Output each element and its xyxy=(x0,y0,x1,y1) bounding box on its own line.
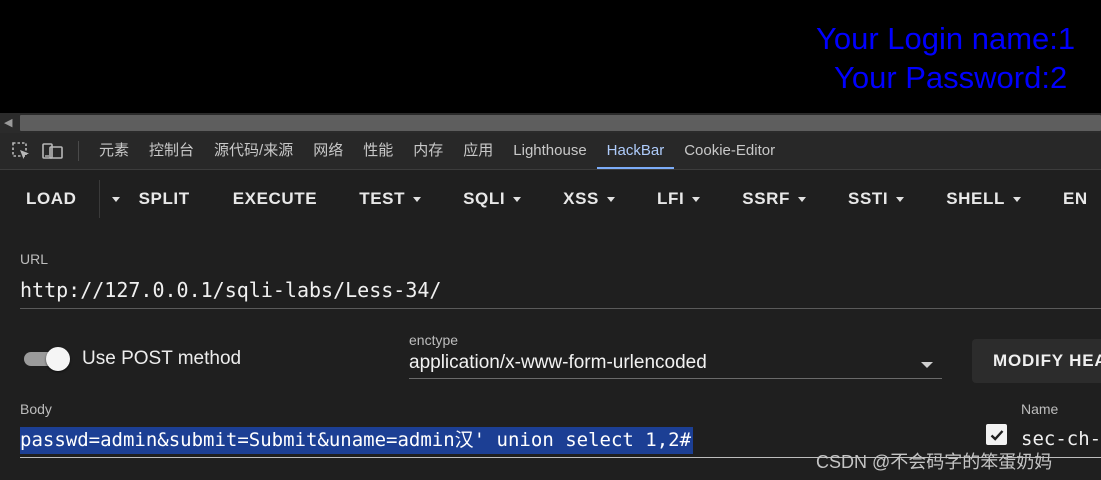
page-viewport: Your Login name:1 Your Password:2 xyxy=(0,0,1101,113)
modify-header-button[interactable]: MODIFY HEA xyxy=(972,339,1101,383)
lfi-label: LFI xyxy=(657,189,685,208)
test-menu-button[interactable]: TEST xyxy=(359,170,422,228)
chevron-down-icon xyxy=(111,196,120,202)
chevron-down-icon xyxy=(692,196,701,202)
chevron-down-icon xyxy=(798,196,807,202)
ssrf-label: SSRF xyxy=(742,189,791,208)
header-name-label: Name xyxy=(1021,401,1059,417)
chevron-down-icon xyxy=(513,196,522,202)
body-input[interactable]: passwd=admin&submit=Submit&uname=admin汉'… xyxy=(20,427,694,454)
load-divider xyxy=(98,180,100,218)
load-dropdown-button[interactable] xyxy=(104,170,124,228)
tab-application[interactable]: 应用 xyxy=(453,133,503,169)
post-method-label: Use POST method xyxy=(82,348,242,369)
enctype-label: enctype xyxy=(409,332,459,348)
hackbar-main-panel: URL http://127.0.0.1/sqli-labs/Less-34/ … xyxy=(0,228,1101,480)
hackbar-toolbar: LOAD SPLIT EXECUTE TEST SQLI XSS LFI SSR… xyxy=(0,170,1101,228)
ssti-label: SSTI xyxy=(848,189,889,208)
shell-label: SHELL xyxy=(946,189,1005,208)
inspect-element-icon[interactable] xyxy=(10,140,32,162)
split-button[interactable]: SPLIT xyxy=(139,170,190,228)
toggle-knob xyxy=(46,347,70,371)
horizontal-scrollbar[interactable]: ◀ xyxy=(0,113,1101,133)
sqli-label: SQLI xyxy=(463,189,506,208)
chevron-down-icon xyxy=(607,196,615,202)
header-name-input[interactable]: sec-ch- xyxy=(1021,428,1101,450)
encoding-menu-button[interactable]: EN xyxy=(1063,170,1088,228)
dropdown-arrow-icon[interactable] xyxy=(921,362,933,368)
devtools-tab-bar: 元素 控制台 源代码/来源 网络 性能 内存 应用 Lighthouse Hac… xyxy=(0,133,1101,170)
password-text: Your Password:2 xyxy=(834,60,1068,95)
xss-menu-button[interactable]: XSS xyxy=(563,170,615,228)
post-method-toggle[interactable] xyxy=(22,347,72,371)
scrollbar-thumb[interactable] xyxy=(20,115,1101,131)
xss-label: XSS xyxy=(563,189,599,208)
ssti-menu-button[interactable]: SSTI xyxy=(848,170,905,228)
execute-button[interactable]: EXECUTE xyxy=(233,170,318,228)
url-label: URL xyxy=(20,251,49,267)
chevron-down-icon xyxy=(896,196,905,202)
url-input[interactable]: http://127.0.0.1/sqli-labs/Less-34/ xyxy=(20,278,441,302)
chevron-down-icon xyxy=(1012,196,1021,202)
device-toolbar-icon[interactable] xyxy=(42,140,64,162)
sqli-menu-button[interactable]: SQLI xyxy=(463,170,522,228)
tab-elements[interactable]: 元素 xyxy=(89,133,139,169)
tab-console[interactable]: 控制台 xyxy=(139,133,204,169)
checkmark-icon xyxy=(990,429,1003,441)
ssrf-menu-button[interactable]: SSRF xyxy=(742,170,807,228)
tab-sources[interactable]: 源代码/来源 xyxy=(204,133,303,169)
tab-network[interactable]: 网络 xyxy=(303,133,353,169)
load-button[interactable]: LOAD xyxy=(26,170,77,228)
chevron-down-icon xyxy=(413,196,422,202)
test-label: TEST xyxy=(359,189,406,208)
tab-performance[interactable]: 性能 xyxy=(353,133,403,169)
enctype-underline xyxy=(409,378,942,379)
tab-memory[interactable]: 内存 xyxy=(403,133,453,169)
tab-hackbar[interactable]: HackBar xyxy=(596,133,675,169)
scroll-left-icon[interactable]: ◀ xyxy=(4,114,12,132)
header-enable-checkbox[interactable] xyxy=(986,424,1007,445)
tab-cookie-editor[interactable]: Cookie-Editor xyxy=(674,133,785,169)
enctype-select[interactable]: application/x-www-form-urlencoded xyxy=(409,352,707,374)
tab-separator xyxy=(78,141,79,161)
url-underline xyxy=(20,308,1101,309)
login-name-text: Your Login name:1 xyxy=(816,21,1076,56)
shell-menu-button[interactable]: SHELL xyxy=(946,170,1021,228)
body-label: Body xyxy=(20,401,52,417)
lfi-menu-button[interactable]: LFI xyxy=(657,170,701,228)
tab-lighthouse[interactable]: Lighthouse xyxy=(503,133,596,169)
csdn-watermark: CSDN @不会码字的笨蛋奶妈 xyxy=(816,452,1053,472)
